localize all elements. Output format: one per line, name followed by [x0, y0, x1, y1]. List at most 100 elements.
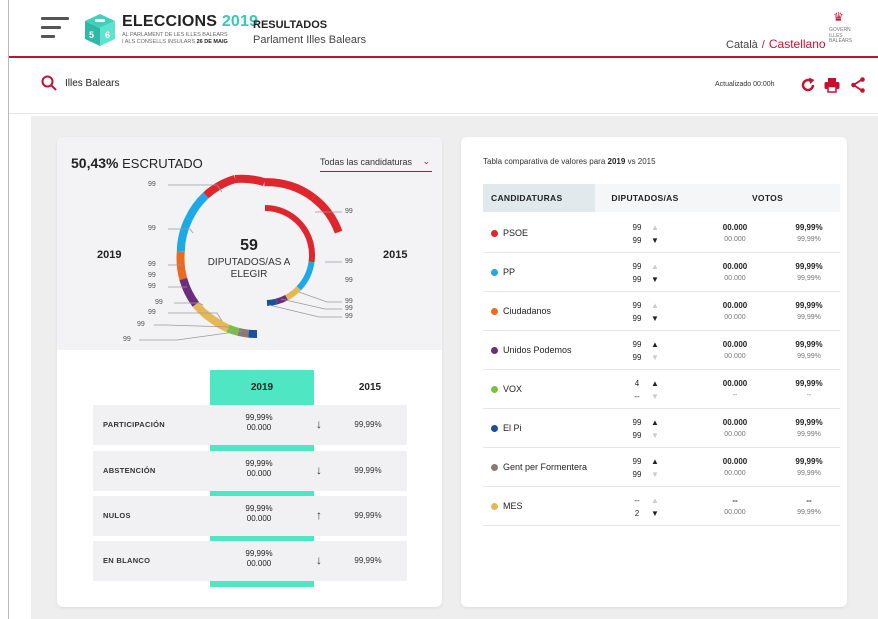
triangle-down-icon: ▼	[651, 236, 659, 245]
party-name: El Pi	[503, 423, 522, 433]
vote-share-2019: 99,99%	[795, 379, 823, 388]
app-frame: 5 6 ELECCIONS 2019 AL PARLAMENT DE LES I…	[8, 0, 878, 619]
arrow-up-icon: ↑	[316, 508, 322, 522]
seats-2019: 99	[632, 262, 642, 271]
seats-2015: --	[634, 392, 640, 401]
vote-share-2019: 99,99%	[795, 418, 823, 427]
vote-share-2015: --	[806, 392, 812, 399]
votes-2019: 00.000	[722, 379, 748, 388]
triangle-up-icon: ▲	[651, 457, 659, 466]
votes-2019: 00.000	[722, 262, 748, 271]
table-row[interactable]: PSOE 99 99 ▲ ▼ 00.000 00.000 99,99% 99,99%	[483, 214, 840, 253]
seat-chart-area: 50,43% ESCRUTADO Todas las candidaturas ⌄	[57, 137, 442, 350]
votes-2019: 00.000	[722, 301, 748, 310]
refresh-icon[interactable]	[799, 76, 817, 94]
seats-2019: 99	[632, 457, 642, 466]
table-row[interactable]: Gent per Formentera 99 99 ▲ ▼ 00.000 00.000 99,…	[483, 448, 840, 487]
party-name: Gent per Formentera	[503, 462, 588, 472]
triangle-down-icon: ▼	[651, 314, 659, 323]
votes-2015: 00.000	[724, 470, 746, 477]
logo-subtitle: AL PARLAMENT DE LES ILLES BALEARS I ALS …	[122, 32, 228, 45]
table-row[interactable]: PP 99 99 ▲ ▼ 00.000 00.000 99,99% 99,99%	[483, 253, 840, 292]
triangle-down-icon: ▼	[651, 353, 659, 362]
seat-label: 99	[345, 208, 353, 215]
vote-share-2019: 99,99%	[795, 301, 823, 310]
triangle-up-icon: ▲	[651, 301, 659, 310]
page-subtitle: Parlament Illes Balears	[253, 34, 367, 46]
votes-2015: 00.000	[724, 353, 746, 360]
seats-2019: 99	[632, 223, 642, 232]
row-value-2019: 99,99% 00.000	[245, 459, 273, 478]
seat-label: 99	[123, 336, 131, 343]
share-icon[interactable]	[849, 76, 867, 94]
vote-share-2019: 99,99%	[795, 457, 823, 466]
votes-2015: 00.000	[724, 314, 746, 321]
lang-catala[interactable]: Català	[726, 39, 758, 51]
lang-separator: /	[761, 39, 765, 51]
print-icon[interactable]	[823, 76, 841, 94]
seat-label: 99	[148, 261, 156, 268]
table-row[interactable]: MES -- 2 ▲ ▼ -- 00.000 -- 99,99%	[483, 487, 840, 526]
seat-label: 99	[137, 321, 145, 328]
seat-label: 99	[345, 305, 353, 312]
seat-label: 99	[345, 277, 353, 284]
vote-share-2019: --	[806, 496, 812, 505]
logo-title: ELECCIONS 2019	[122, 13, 259, 30]
votes-2015: 00.000	[724, 431, 746, 438]
triangle-down-icon: ▼	[651, 392, 659, 401]
triangle-up-icon: ▲	[651, 223, 659, 232]
top-header: 5 6 ELECCIONS 2019 AL PARLAMENT DE LES I…	[9, 0, 878, 58]
header-candidaturas[interactable]: CANDIDATURAS	[483, 184, 595, 212]
year-right-label: 2015	[383, 249, 408, 261]
seats-2015: 99	[632, 470, 642, 479]
seat-label: 99	[148, 283, 156, 290]
seats-2015: 99	[632, 236, 642, 245]
column-header-2015: 2015	[358, 382, 382, 393]
lang-castellano[interactable]: Castellano	[769, 37, 826, 51]
table-title: Tabla comparativa de valores para 2019 v…	[483, 157, 656, 166]
table-row[interactable]: Ciudadanos 99 99 ▲ ▼ 00.000 00.000 99,99% 99,99%	[483, 292, 840, 331]
seats-2019: 99	[632, 340, 642, 349]
row-value-2019: 99,99% 00.000	[245, 549, 273, 568]
column-header-2019: 2019	[250, 382, 274, 393]
seats-total: 59	[240, 237, 258, 254]
row-value-2015: 99,99%	[354, 511, 382, 520]
party-name: VOX	[503, 384, 523, 394]
row-value-2015: 99,99%	[354, 420, 382, 429]
triangle-up-icon: ▲	[651, 262, 659, 271]
row-label: NULOS	[103, 511, 131, 520]
search-input[interactable]	[65, 78, 265, 89]
updated-time: Actualizado 00:00h	[715, 81, 775, 88]
row-value-2019: 99,99% 00.000	[245, 504, 273, 523]
row-label: EN BLANCO	[103, 556, 151, 565]
row-label: ABSTENCIÓN	[103, 466, 156, 475]
results-table-panel: Tabla comparativa de valores para 2019 v…	[461, 137, 847, 607]
seats-2019: --	[634, 496, 640, 505]
votes-2015: 00.000	[724, 275, 746, 282]
seats-2019: 99	[632, 418, 642, 427]
header-votos[interactable]: VOTOS	[695, 184, 840, 212]
seats-2015: 99	[632, 353, 642, 362]
header-diputados[interactable]: DIPUTADOS/AS	[595, 184, 695, 212]
arrow-down-icon: ↓	[316, 463, 322, 477]
year-left-label: 2019	[97, 249, 122, 261]
seats-2019: 4	[634, 379, 640, 388]
summary-panel: 50,43% ESCRUTADO Todas las candidaturas ⌄	[57, 137, 442, 607]
seats-caption: DIPUTADOS/AS A ELEGIR	[207, 257, 291, 280]
seat-label: 99	[148, 272, 156, 279]
table-row[interactable]: El Pi 99 99 ▲ ▼ 00.000 00.000 99,99% 99,99%	[483, 409, 840, 448]
triangle-up-icon: ▲	[651, 418, 659, 427]
govern-text: GOVERN ILLES BALEARS	[829, 27, 853, 44]
party-name: PSOE	[503, 228, 529, 238]
vote-share-2015: 99,99%	[797, 509, 821, 516]
party-color-dot	[491, 269, 498, 276]
table-row[interactable]: VOX 4 -- ▲ ▼ 00.000 -- 99,99% --	[483, 370, 840, 409]
seat-label: 99	[155, 299, 163, 306]
menu-icon[interactable]	[41, 17, 69, 41]
triangle-down-icon: ▼	[651, 275, 659, 284]
comparison-row: PARTICIPACIÓN 99,99% 00.000 ↓ 99,99%	[93, 405, 407, 445]
table-row[interactable]: Unidos Podemos 99 99 ▲ ▼ 00.000 00.000 99,99% 99…	[483, 331, 840, 370]
search-icon[interactable]	[41, 75, 57, 91]
triangle-down-icon: ▼	[651, 509, 659, 518]
seats-2015: 99	[632, 314, 642, 323]
